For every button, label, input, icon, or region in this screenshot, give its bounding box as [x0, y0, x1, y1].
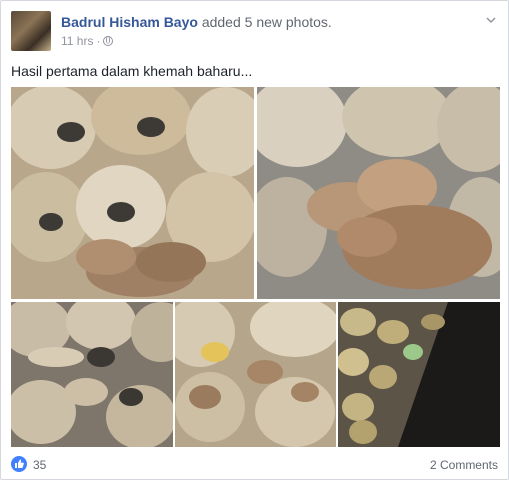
- like-count[interactable]: 35: [33, 458, 46, 472]
- post-title-line: Badrul Hisham Bayo added 5 new photos.: [61, 14, 332, 30]
- comments-link[interactable]: 2 Comments: [430, 458, 498, 472]
- thumbs-up-icon[interactable]: [11, 456, 27, 472]
- photo-2[interactable]: [257, 87, 500, 299]
- photo-grid: [11, 87, 500, 447]
- photo-3[interactable]: [11, 302, 173, 447]
- post-caption: Hasil pertama dalam khemah baharu...: [11, 63, 253, 79]
- photo-4[interactable]: [175, 302, 336, 447]
- author-avatar[interactable]: [11, 11, 51, 51]
- chevron-down-icon[interactable]: [486, 15, 496, 25]
- post-header: Badrul Hisham Bayo added 5 new photos. 1…: [11, 11, 498, 51]
- post-footer: 35 2 Comments: [11, 456, 498, 476]
- meta-separator: ·: [96, 34, 101, 48]
- post-timestamp[interactable]: 11 hrs: [61, 34, 93, 48]
- post-action-text: added 5 new photos.: [201, 14, 332, 30]
- photo-1[interactable]: [11, 87, 254, 299]
- post-card: Badrul Hisham Bayo added 5 new photos. 1…: [0, 0, 509, 480]
- globe-icon: [103, 36, 114, 46]
- post-meta: 11 hrs ·: [61, 34, 114, 48]
- photo-5[interactable]: [338, 302, 500, 447]
- author-name[interactable]: Badrul Hisham Bayo: [61, 14, 198, 30]
